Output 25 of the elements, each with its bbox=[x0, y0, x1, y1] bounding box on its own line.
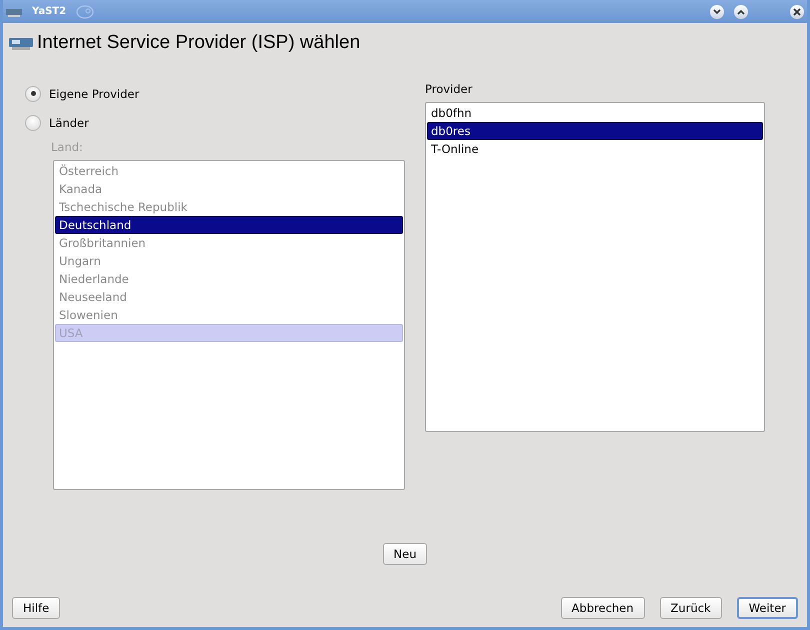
close-button[interactable] bbox=[790, 4, 804, 18]
footer-button[interactable]: Weiter bbox=[736, 597, 798, 619]
footer-button[interactable]: Zurück bbox=[660, 597, 722, 619]
list-item[interactable]: db0res bbox=[427, 122, 763, 140]
minimize-button[interactable] bbox=[710, 4, 724, 18]
provider-list[interactable]: db0fhn db0res T-Online bbox=[425, 102, 765, 432]
footer-button[interactable]: Abbrechen bbox=[560, 597, 645, 619]
radio-button[interactable] bbox=[25, 114, 41, 130]
network-card-icon bbox=[9, 35, 33, 51]
maximize-button[interactable] bbox=[734, 4, 748, 18]
page-heading: Internet Service Provider (ISP) wählen bbox=[37, 32, 360, 54]
radio-label[interactable]: Eigene Provider bbox=[49, 86, 140, 100]
chevron-down-icon bbox=[713, 8, 721, 14]
list-label: Provider bbox=[425, 82, 474, 98]
network-card-icon bbox=[6, 6, 22, 16]
close-icon bbox=[793, 8, 801, 16]
chevron-up-icon bbox=[737, 8, 745, 14]
radio-label[interactable]: Länder bbox=[49, 116, 89, 130]
footer-button[interactable]: Hilfe bbox=[12, 597, 60, 619]
list-label: Land: bbox=[51, 140, 84, 156]
list-item[interactable]: db0fhn bbox=[427, 104, 763, 122]
window-title: YaST2 bbox=[32, 6, 66, 17]
list-item[interactable]: T-Online bbox=[427, 140, 763, 158]
radio-button[interactable] bbox=[25, 86, 41, 102]
new-button[interactable]: Neu bbox=[382, 543, 428, 565]
